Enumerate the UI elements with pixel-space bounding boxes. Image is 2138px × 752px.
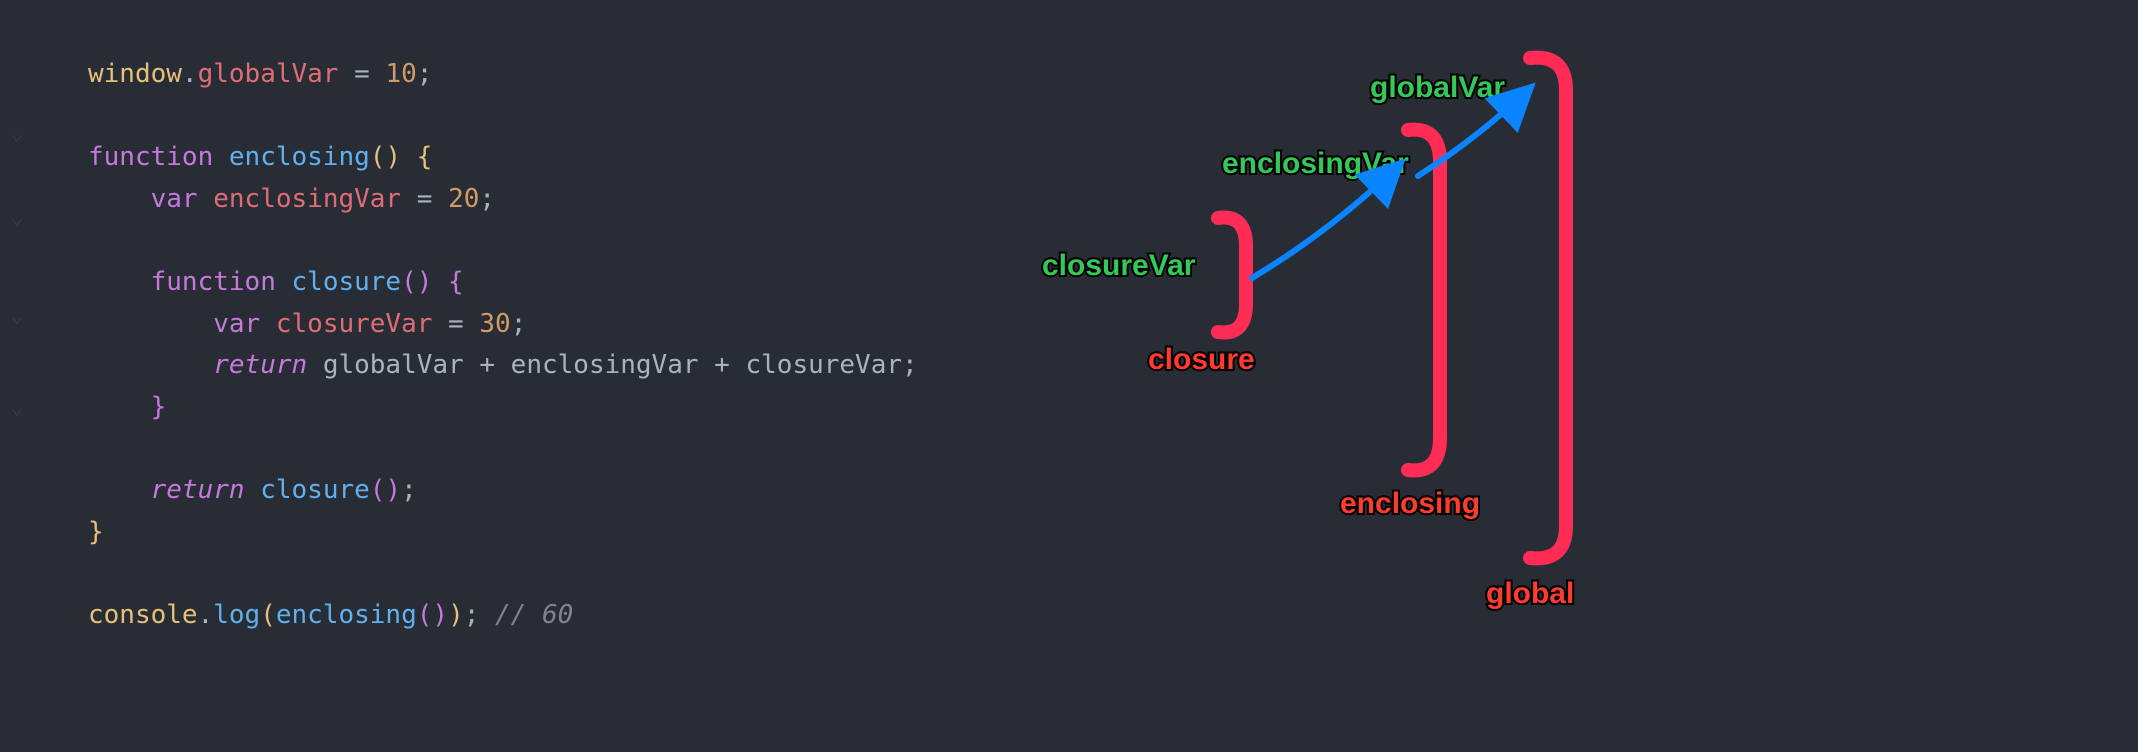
token-enclosingVar-decl: enclosingVar	[213, 184, 401, 214]
arrow-enclosing-to-global	[1410, 76, 1550, 186]
label-closureVar: closureVar	[1042, 242, 1195, 290]
scope-diagram: global globalVar enclosing enclosingVar …	[1010, 40, 1810, 720]
token-function-kw: function	[88, 142, 213, 172]
token-closureVar-decl: closureVar	[276, 309, 433, 339]
token-window: window	[88, 59, 182, 89]
token-enclosing-fn: enclosing	[229, 142, 370, 172]
label-global-scope: global	[1486, 570, 1574, 618]
token-comment-result: // 60	[495, 600, 573, 630]
label-closure-scope: closure	[1148, 336, 1255, 384]
label-enclosing-scope: enclosing	[1340, 480, 1480, 528]
gutter: ⌄ ⌄ ⌄ ⌄	[0, 0, 34, 752]
token-closure-fn: closure	[292, 267, 402, 297]
arrow-closure-to-enclosing	[1242, 150, 1422, 290]
code-block: window.globalVar = 10; function enclosin…	[88, 54, 918, 636]
token-globalVar-prop: globalVar	[198, 59, 339, 89]
